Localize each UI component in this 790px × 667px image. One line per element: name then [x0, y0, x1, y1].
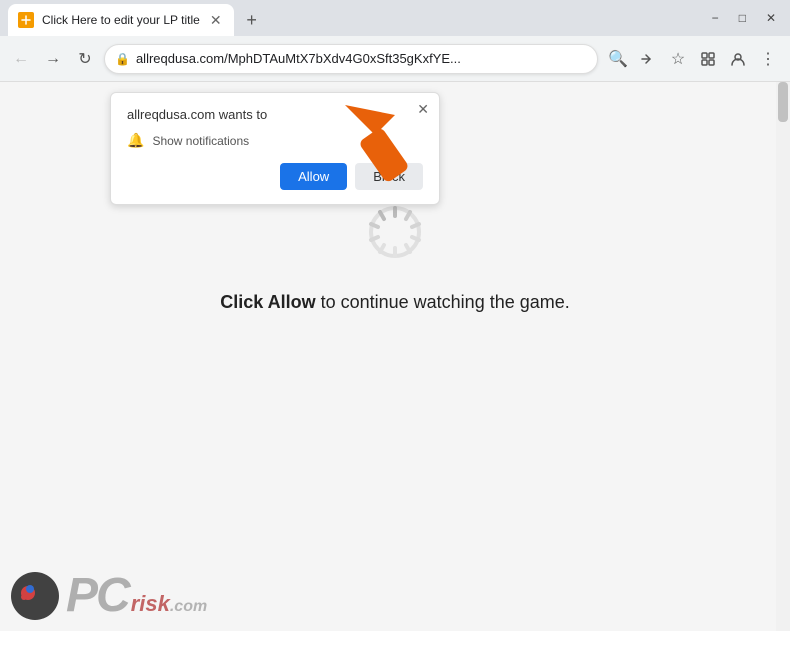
extension-icon[interactable]: [694, 45, 722, 73]
minimize-button[interactable]: −: [706, 9, 725, 27]
page-content: ✕ allreqdusa.com wants to 🔔 Show notific…: [0, 82, 790, 631]
forward-button[interactable]: →: [40, 46, 66, 72]
tab-title: Click Here to edit your LP title: [42, 13, 200, 27]
profile-icon[interactable]: [724, 45, 752, 73]
arrow-pointer: [340, 100, 420, 190]
omnibar-icons: 🔍 ☆ ⋮: [604, 45, 782, 73]
popup-show-notifications: Show notifications: [152, 134, 249, 148]
scrollbar[interactable]: [776, 82, 790, 631]
reload-button[interactable]: ↻: [72, 46, 98, 72]
brand-domain: .com: [170, 598, 207, 616]
pcrisk-logo-icon: [10, 571, 60, 621]
menu-icon[interactable]: ⋮: [754, 45, 782, 73]
bookmark-icon[interactable]: ☆: [664, 45, 692, 73]
omnibar: ← → ↻ 🔒 allreqdusa.com/MphDTAuMtX7bXdv4G…: [0, 36, 790, 82]
title-bar: Click Here to edit your LP title ✕ + − □…: [0, 0, 790, 36]
brand-risk: risk: [131, 591, 170, 617]
main-text: Click Allow to continue watching the gam…: [220, 292, 570, 313]
bell-icon: 🔔: [127, 132, 144, 149]
lock-icon: 🔒: [115, 52, 130, 66]
window-controls: − □ ✕: [706, 9, 782, 27]
allow-button[interactable]: Allow: [280, 163, 347, 190]
loading-spinner: [365, 202, 425, 262]
browser-tab[interactable]: Click Here to edit your LP title ✕: [8, 4, 234, 36]
tab-close-button[interactable]: ✕: [208, 10, 224, 31]
url-text: allreqdusa.com/MphDTAuMtX7bXdv4G0xSft35g…: [136, 51, 587, 66]
pcrisk-text: PC risk .com: [66, 568, 207, 623]
brand-pc: PC: [66, 568, 129, 623]
main-text-bold: Click Allow: [220, 292, 315, 312]
address-bar[interactable]: 🔒 allreqdusa.com/MphDTAuMtX7bXdv4G0xSft3…: [104, 44, 598, 74]
scrollbar-thumb[interactable]: [778, 82, 788, 122]
watermark: PC risk .com: [10, 568, 207, 623]
close-button[interactable]: ✕: [760, 9, 782, 27]
main-text-rest: to continue watching the game.: [316, 292, 570, 312]
maximize-button[interactable]: □: [733, 9, 752, 27]
back-button[interactable]: ←: [8, 46, 34, 72]
spinner-container: Click Allow to continue watching the gam…: [220, 202, 570, 313]
search-icon[interactable]: 🔍: [604, 45, 632, 73]
new-tab-button[interactable]: +: [238, 6, 266, 34]
tab-favicon: [18, 12, 34, 28]
share-icon[interactable]: [634, 45, 662, 73]
